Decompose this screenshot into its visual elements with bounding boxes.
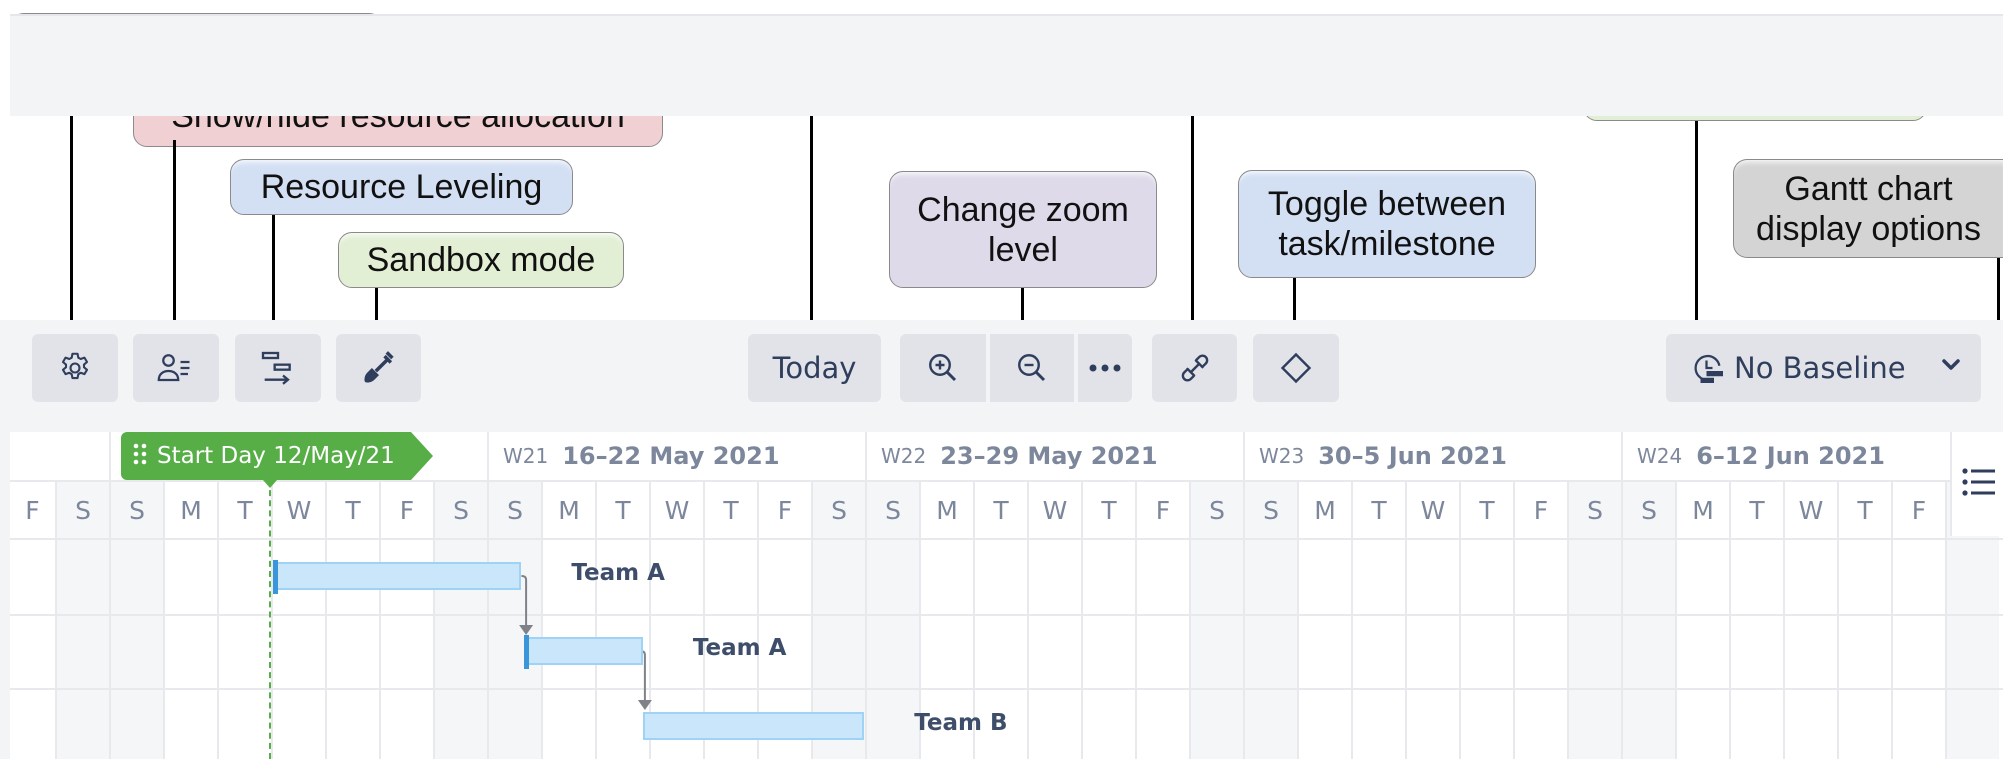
task-milestone-toggle[interactable]: [1253, 334, 1339, 402]
baseline-label: No Baseline: [1734, 351, 1906, 385]
leader-line: [1191, 106, 1194, 320]
leader-line: [810, 105, 813, 320]
resource-leveling-button[interactable]: [235, 334, 321, 402]
gantt-configuration-button[interactable]: [32, 334, 118, 402]
task-label: Team A: [571, 560, 665, 586]
dependency-arrow: [637, 700, 652, 710]
display-options-button[interactable]: [1950, 432, 2003, 536]
diamond-icon: [1278, 350, 1314, 386]
today-button[interactable]: Today: [748, 334, 881, 402]
leader-line: [375, 288, 378, 320]
today-label: Today: [772, 351, 857, 385]
task-start-handle[interactable]: [524, 635, 530, 669]
list-icon: [1961, 467, 1996, 502]
leader-line: [1021, 288, 1024, 320]
dependency-arrow: [519, 625, 534, 635]
zoom-out-button[interactable]: [990, 334, 1074, 402]
task-bar[interactable]: [273, 560, 522, 594]
toolbar: [10, 14, 2003, 116]
leader-line: [173, 140, 176, 320]
leader-line: [1293, 278, 1296, 320]
baseline-clock-icon: [1690, 350, 1726, 386]
dependency-line[interactable]: [521, 575, 528, 627]
zoom-in-icon: [925, 350, 961, 386]
task-bar[interactable]: [642, 712, 865, 740]
callout-toggle-task-milestone: Toggle between task/milestone: [1238, 170, 1536, 278]
callout-display-options: Gantt chart display options: [1733, 159, 2003, 258]
gear-icon: [57, 350, 93, 386]
task-label: Team A: [692, 635, 787, 661]
baseline-select[interactable]: No Baseline: [1666, 334, 1981, 402]
callout-sandbox-mode: Sandbox mode: [338, 232, 624, 288]
ellipsis-icon: [1088, 363, 1122, 373]
sandbox-mode-button[interactable]: [336, 334, 421, 402]
task-start-handle[interactable]: [273, 560, 278, 594]
zoom-in-button[interactable]: [900, 334, 986, 402]
callout-change-zoom-level: Change zoom level: [889, 171, 1157, 288]
callout-resource-leveling: Resource Leveling: [230, 159, 573, 215]
task-label: Team B: [914, 710, 1008, 736]
leader-line: [272, 215, 275, 320]
resource-allocation-button[interactable]: [133, 334, 219, 402]
create-dependency-button[interactable]: [1152, 334, 1237, 402]
leader-line: [1695, 121, 1698, 320]
zoom-out-icon: [1014, 350, 1050, 386]
gantt-leveling-icon: [258, 348, 298, 388]
shovel-icon: [360, 349, 398, 387]
user-list-icon: [156, 350, 196, 386]
link-icon: [1177, 350, 1213, 386]
zoom-more-button[interactable]: [1078, 334, 1132, 402]
gantt-timeline: W21 16–22 May 2021 W22 23–29 May 2021 W23 30–…: [10, 432, 2003, 759]
task-bar[interactable]: [524, 635, 643, 669]
chevron-down-icon: [1941, 358, 1961, 372]
